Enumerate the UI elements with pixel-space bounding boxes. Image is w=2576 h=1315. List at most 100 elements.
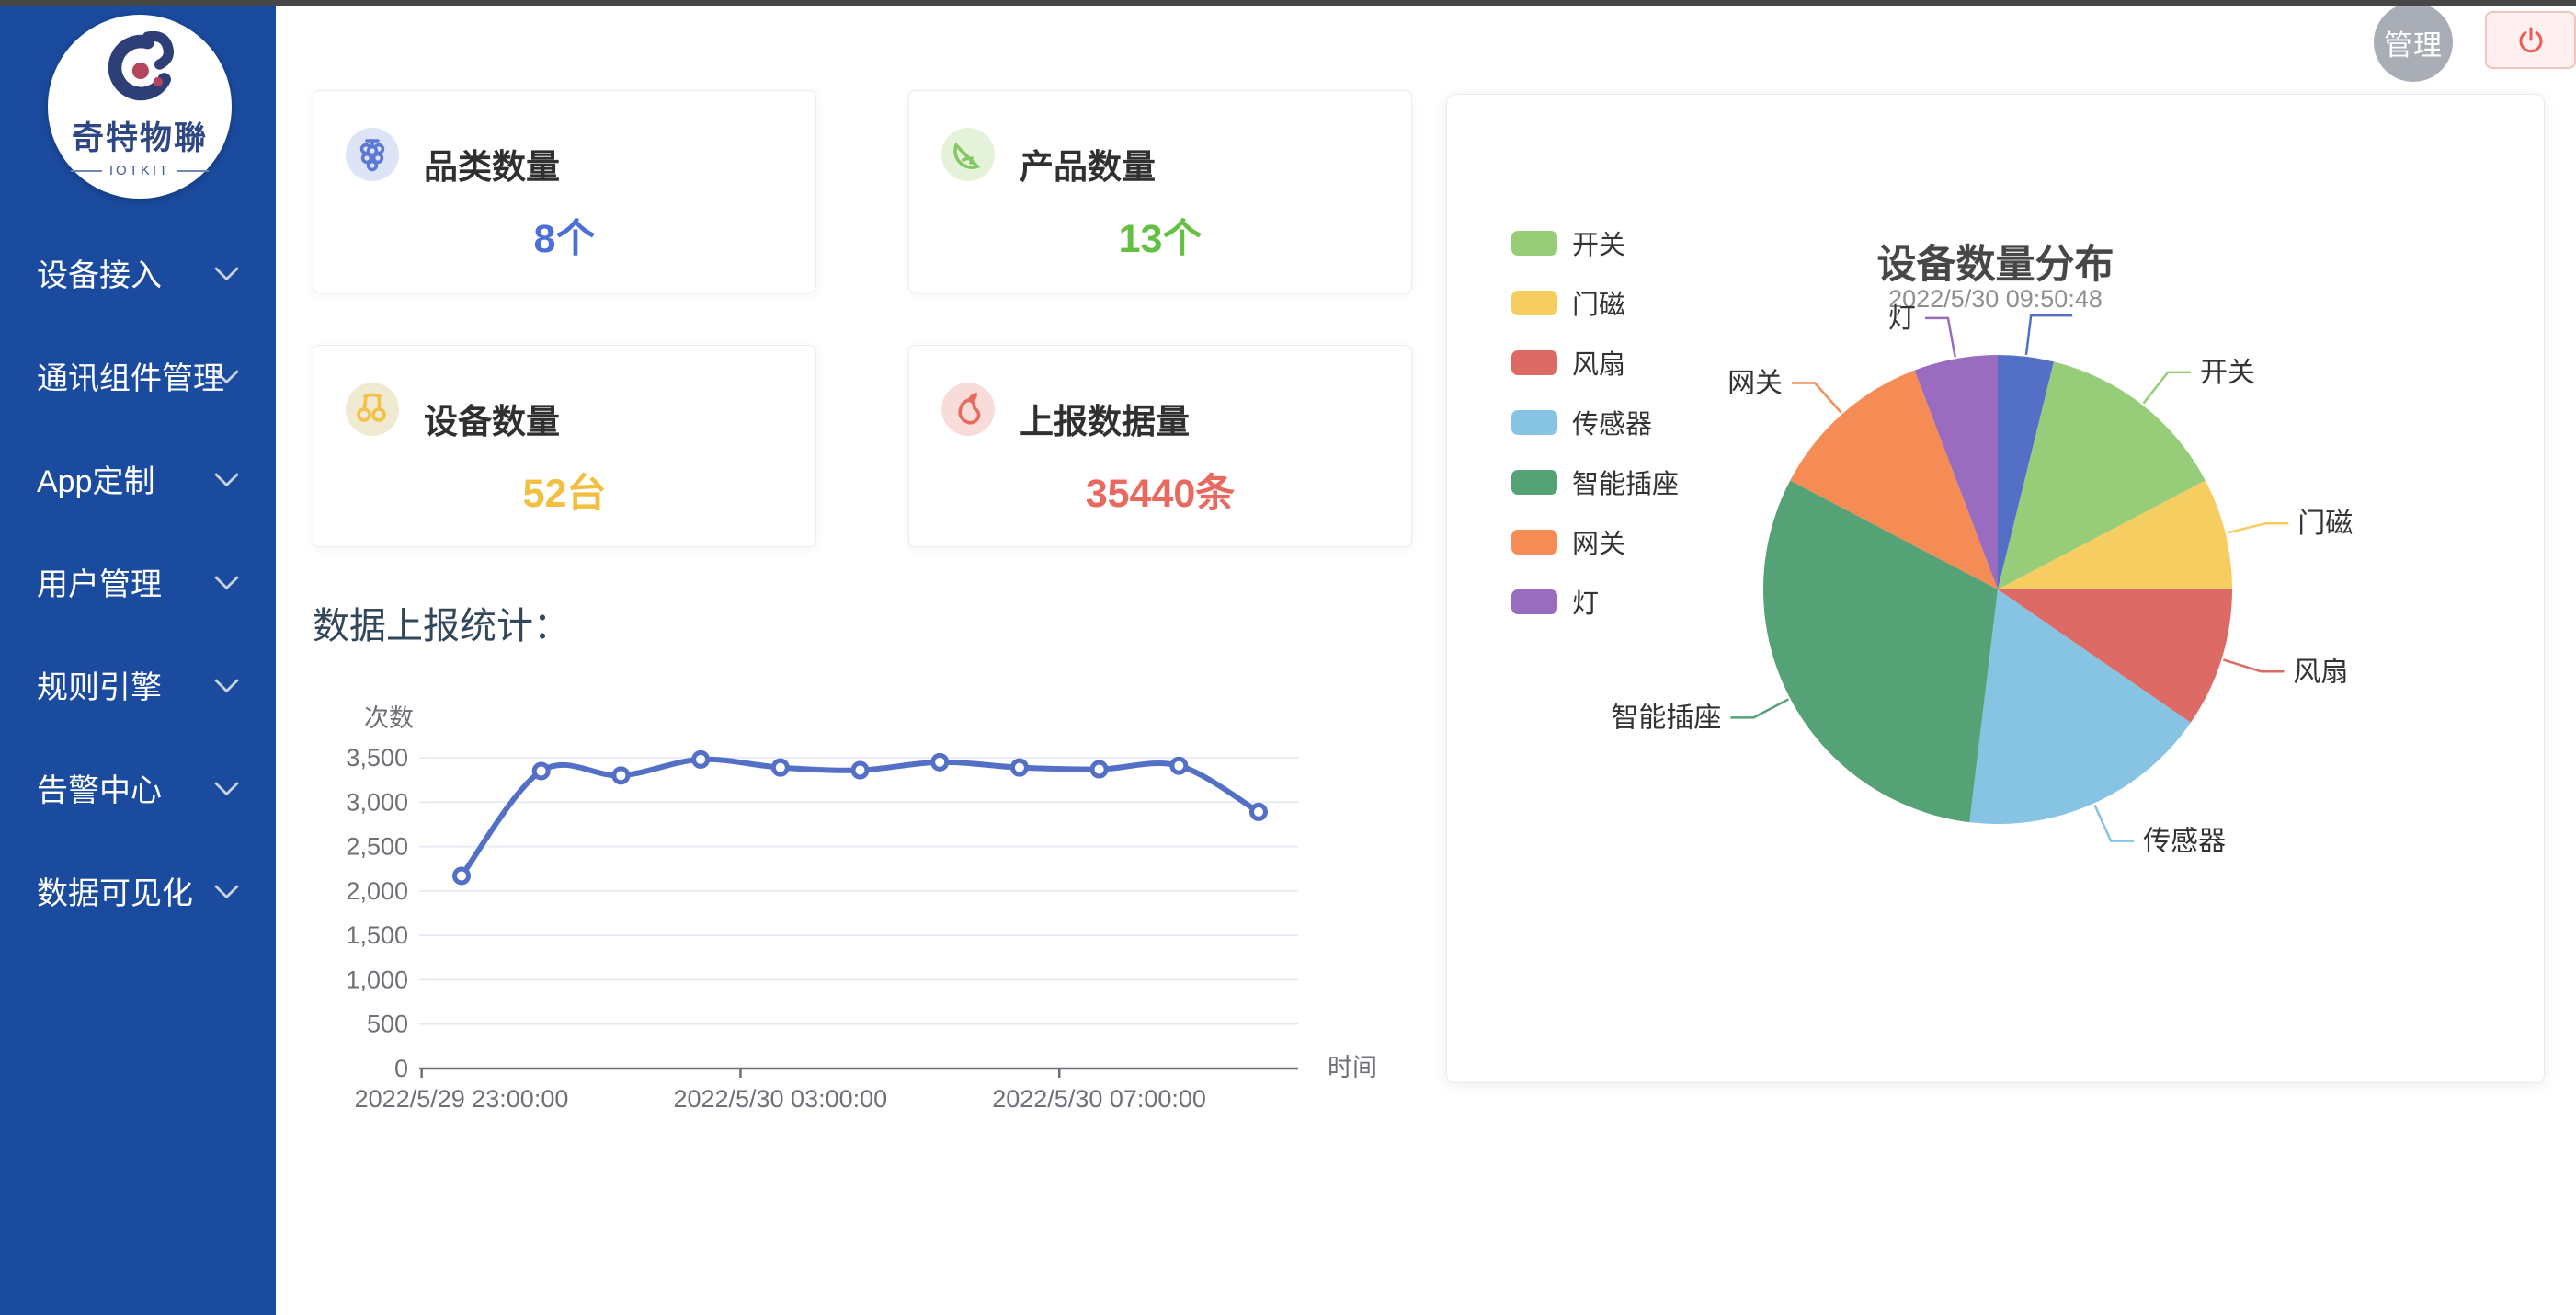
cherry-icon bbox=[346, 383, 399, 436]
pie-legend: 开关门磁风扇传感器智能插座网关灯 bbox=[1511, 223, 1679, 621]
sidebar-item-data-visibility[interactable]: 数据可见化 bbox=[0, 839, 276, 942]
legend-swatch bbox=[1511, 530, 1557, 555]
data-point[interactable] bbox=[455, 869, 469, 883]
legend-item-lamp[interactable]: 灯 bbox=[1511, 582, 1679, 621]
sidebar-item-label: 告警中心 bbox=[37, 765, 162, 810]
pie-label-door-magnet: 门磁 bbox=[2297, 509, 2353, 539]
legend-label: 风扇 bbox=[1572, 343, 1625, 382]
sidebar-item-alert-center[interactable]: 告警中心 bbox=[0, 736, 276, 839]
pie-label-line-switch bbox=[2143, 372, 2191, 404]
sidebar-item-app-custom[interactable]: App定制 bbox=[0, 427, 276, 530]
legend-swatch bbox=[1511, 470, 1557, 495]
legend-item-gateway[interactable]: 网关 bbox=[1511, 522, 1679, 561]
legend-swatch bbox=[1511, 350, 1557, 375]
legend-item-smart-socket[interactable]: 智能插座 bbox=[1511, 463, 1679, 501]
legend-label: 灯 bbox=[1572, 582, 1599, 621]
data-point[interactable] bbox=[1252, 805, 1266, 818]
pie-label-fan: 风扇 bbox=[2293, 657, 2348, 687]
sidebar-item-rule-engine[interactable]: 规则引擎 bbox=[0, 633, 276, 736]
pear-icon bbox=[941, 383, 995, 436]
legend-swatch bbox=[1511, 589, 1557, 614]
legend-swatch bbox=[1511, 231, 1557, 256]
report-line-chart[interactable]: 次数05001,0001,5002,0002,5003,0003,5002022… bbox=[340, 690, 1443, 1131]
stat-card-report-count: 上报数据量 35440条 bbox=[908, 345, 1412, 547]
data-point[interactable] bbox=[694, 752, 708, 766]
logout-power-button[interactable] bbox=[2485, 11, 2576, 69]
y-tick-label: 500 bbox=[367, 1011, 408, 1038]
data-point[interactable] bbox=[614, 769, 628, 783]
sidebar-item-label: 数据可见化 bbox=[37, 868, 193, 913]
pie-label-line-door-magnet bbox=[2228, 523, 2289, 532]
pie-label-line-smart-socket bbox=[1730, 699, 1788, 717]
data-point[interactable] bbox=[853, 763, 867, 777]
legend-label: 网关 bbox=[1572, 522, 1625, 561]
stat-value: 13个 bbox=[909, 207, 1411, 264]
pie-label-switch: 开关 bbox=[2200, 358, 2255, 388]
y-tick-label: 3,000 bbox=[346, 788, 408, 816]
legend-item-fan[interactable]: 风扇 bbox=[1511, 343, 1679, 382]
power-icon bbox=[2514, 24, 2548, 57]
data-point[interactable] bbox=[1172, 759, 1186, 772]
pie-label-line-lamp bbox=[1925, 318, 1955, 357]
sidebar-item-label: 规则引擎 bbox=[37, 662, 162, 707]
grapes-icon bbox=[346, 128, 399, 181]
report-section-heading: 数据上报统计： bbox=[313, 596, 570, 649]
stat-label: 上报数据量 bbox=[1020, 394, 1190, 443]
x-axis-name: 时间 bbox=[1328, 1054, 1377, 1081]
pie-label-smart-socket: 智能插座 bbox=[1611, 703, 1721, 733]
avatar[interactable]: 管理 bbox=[2374, 3, 2453, 82]
stat-card-product-count: 产品数量 13个 bbox=[908, 90, 1412, 292]
pie-label-line-sensor bbox=[2094, 805, 2134, 840]
top-window-strip bbox=[0, 0, 2576, 6]
y-axis-name: 次数 bbox=[364, 704, 414, 732]
sidebar-item-comm-components[interactable]: 通讯组件管理 bbox=[0, 324, 276, 427]
chevron-down-icon bbox=[214, 669, 239, 693]
pie-label-line-unnamed bbox=[2026, 315, 2072, 355]
iotkit-swirl-icon bbox=[100, 31, 179, 110]
sidebar-item-device-access[interactable]: 设备接入 bbox=[0, 221, 276, 324]
stat-label: 品类数量 bbox=[424, 139, 560, 189]
sidebar-item-label: 设备接入 bbox=[37, 250, 162, 295]
data-point[interactable] bbox=[534, 764, 548, 778]
data-point[interactable] bbox=[1012, 760, 1026, 774]
legend-label: 门磁 bbox=[1572, 283, 1625, 322]
sidebar-item-label: App定制 bbox=[37, 456, 155, 501]
legend-label: 开关 bbox=[1572, 223, 1625, 262]
rule-right bbox=[177, 170, 209, 172]
stat-card-device-count: 设备数量 52台 bbox=[313, 345, 816, 547]
legend-label: 传感器 bbox=[1572, 403, 1652, 441]
chevron-down-icon bbox=[214, 257, 239, 281]
sidebar-menu: 设备接入 通讯组件管理 App定制 用户管理 规则引擎 告警中心 数据可见化 bbox=[0, 221, 276, 942]
legend-item-sensor[interactable]: 传感器 bbox=[1511, 403, 1679, 441]
data-point[interactable] bbox=[773, 760, 787, 774]
pie-label-sensor: 传感器 bbox=[2143, 827, 2226, 857]
stat-label: 产品数量 bbox=[1020, 139, 1156, 189]
sidebar-item-label: 通讯组件管理 bbox=[37, 353, 224, 398]
brand-subtitle-text: IOTKIT bbox=[109, 163, 170, 178]
chevron-down-icon bbox=[214, 463, 239, 487]
sidebar: 奇特物聯 IOTKIT 设备接入 通讯组件管理 App定制 用户管理 规则引擎 bbox=[0, 0, 276, 1315]
pie-label-gateway: 网关 bbox=[1727, 368, 1783, 398]
stat-card-category-count: 品类数量 8个 bbox=[313, 90, 816, 292]
chevron-down-icon bbox=[214, 772, 239, 796]
brand-logo: 奇特物聯 IOTKIT bbox=[48, 15, 232, 199]
legend-item-door-magnet[interactable]: 门磁 bbox=[1511, 283, 1679, 322]
stat-label: 设备数量 bbox=[424, 394, 560, 443]
data-point[interactable] bbox=[1092, 762, 1106, 776]
legend-swatch bbox=[1511, 410, 1557, 435]
legend-swatch bbox=[1511, 291, 1557, 315]
y-tick-label: 0 bbox=[394, 1055, 408, 1082]
pie-label-lamp: 灯 bbox=[1888, 303, 1916, 334]
sidebar-item-user-mgmt[interactable]: 用户管理 bbox=[0, 530, 276, 633]
y-tick-label: 3,500 bbox=[346, 744, 408, 772]
data-point[interactable] bbox=[933, 755, 947, 769]
x-tick-label: 2022/5/30 07:00:00 bbox=[992, 1085, 1206, 1113]
y-tick-label: 2,500 bbox=[346, 833, 408, 861]
pie-label-line-fan bbox=[2223, 659, 2284, 671]
x-tick-label: 2022/5/30 03:00:00 bbox=[673, 1085, 887, 1113]
legend-item-switch[interactable]: 开关 bbox=[1511, 223, 1679, 262]
y-tick-label: 1,000 bbox=[346, 966, 408, 993]
stat-value: 35440条 bbox=[909, 462, 1411, 519]
avatar-label: 管理 bbox=[2384, 22, 2443, 63]
brand-title: 奇特物聯 bbox=[72, 112, 208, 159]
